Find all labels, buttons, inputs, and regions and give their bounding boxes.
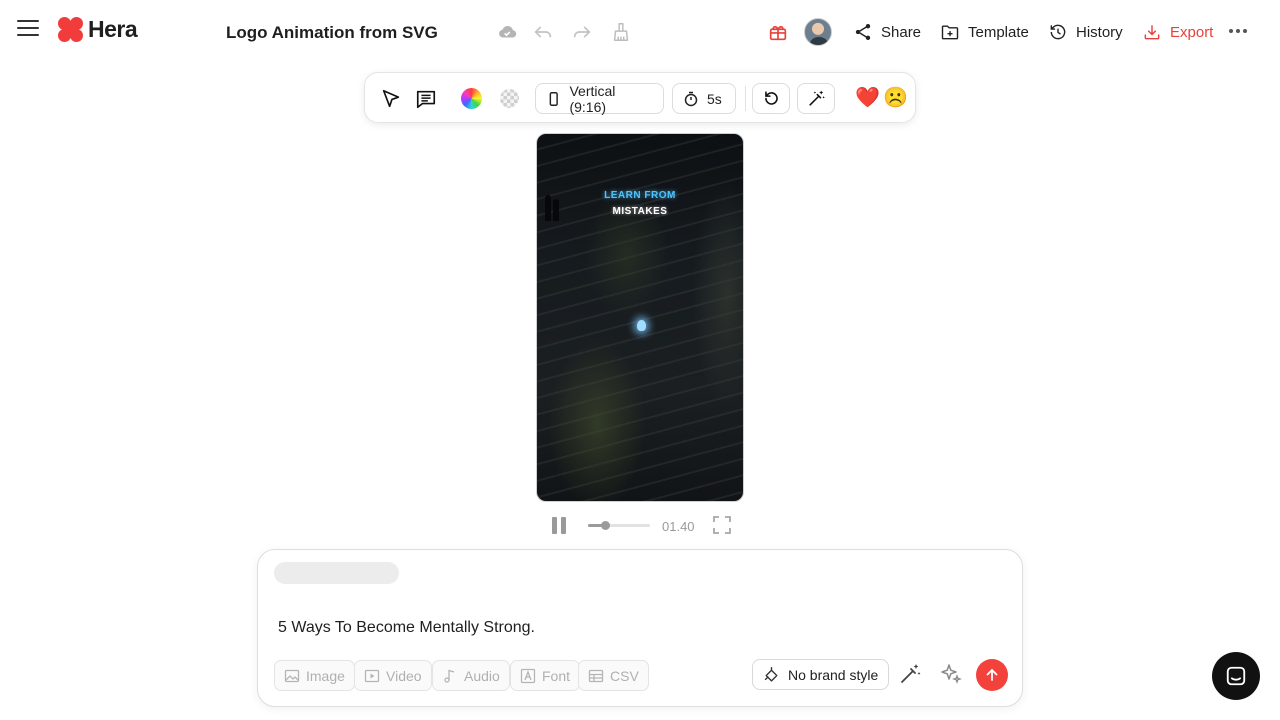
pause-icon[interactable] <box>552 517 568 534</box>
share-label: Share <box>881 23 922 41</box>
duration-label: 5s <box>707 90 722 107</box>
table-icon <box>588 669 604 682</box>
more-icon[interactable] <box>1229 29 1247 33</box>
fullscreen-icon[interactable] <box>713 516 731 534</box>
loading-placeholder <box>274 562 399 584</box>
share-icon <box>855 24 871 40</box>
attach-font-label: Font <box>542 667 571 684</box>
paint-bucket-icon <box>764 667 778 682</box>
menu-icon[interactable] <box>17 20 39 38</box>
template-label: Template <box>968 23 1029 41</box>
avatar[interactable] <box>804 18 832 46</box>
history-icon <box>1050 24 1066 40</box>
attach-font-button[interactable]: Font <box>510 660 581 691</box>
color-wheel-icon[interactable] <box>459 83 483 114</box>
brand-style-label: No brand style <box>788 666 879 683</box>
export-button[interactable]: Export <box>1142 20 1213 44</box>
hera-logo-icon <box>58 16 84 43</box>
comment-icon[interactable] <box>414 83 438 114</box>
attach-csv-label: CSV <box>610 667 639 684</box>
seek-handle[interactable] <box>600 521 610 530</box>
preview-headline: LEARN FROM <box>604 190 676 201</box>
reset-icon <box>764 91 778 105</box>
undo-icon[interactable] <box>531 20 555 44</box>
attach-csv-button[interactable]: CSV <box>578 660 649 691</box>
video-icon <box>364 669 380 682</box>
lightbulb-icon <box>637 320 646 331</box>
attach-image-label: Image <box>306 667 345 684</box>
share-button[interactable]: Share <box>853 20 921 44</box>
orientation-select[interactable]: Vertical (9:16) <box>535 82 664 115</box>
prompt-input[interactable]: 5 Ways To Become Mentally Strong. <box>278 619 535 637</box>
attach-audio-label: Audio <box>464 667 500 684</box>
cleanup-brush-icon[interactable] <box>609 20 633 44</box>
timer-icon <box>684 91 698 106</box>
select-cursor-icon[interactable] <box>379 83 403 114</box>
image-icon <box>284 669 300 682</box>
preview-subheadline: MISTAKES <box>612 206 668 217</box>
duration-select[interactable]: 5s <box>672 83 736 114</box>
font-icon <box>520 668 536 683</box>
seek-slider[interactable] <box>588 521 650 530</box>
music-note-icon <box>444 669 455 683</box>
redo-icon[interactable] <box>570 20 594 44</box>
video-preview[interactable]: LEARN FROM MISTAKES <box>536 133 744 502</box>
history-button[interactable]: History <box>1048 20 1123 44</box>
chat-support-button[interactable] <box>1212 652 1260 700</box>
playback-time: 01.40 <box>662 519 695 534</box>
app-name: Hera <box>88 16 138 42</box>
export-label: Export <box>1170 23 1214 41</box>
app-logo[interactable]: Hera <box>58 16 138 43</box>
chat-icon <box>1226 666 1246 686</box>
phone-icon <box>549 91 558 106</box>
toolbar-divider <box>745 86 746 111</box>
attach-video-label: Video <box>386 667 422 684</box>
frown-icon[interactable]: ☹️ <box>883 86 908 110</box>
arrow-up-icon <box>986 668 998 681</box>
reset-button[interactable] <box>752 83 790 114</box>
canvas-toolbar: Vertical (9:16) 5s ❤️ ☹️ <box>364 72 916 123</box>
transparency-icon[interactable] <box>497 83 521 114</box>
attach-video-button[interactable]: Video <box>354 660 432 691</box>
template-button[interactable]: Template <box>940 20 1029 44</box>
template-icon <box>941 25 959 40</box>
magic-wand-icon <box>808 90 825 106</box>
document-title[interactable]: Logo Animation from SVG <box>226 23 438 43</box>
attach-audio-button[interactable]: Audio <box>432 660 510 691</box>
export-icon <box>1144 25 1160 40</box>
orientation-label: Vertical (9:16) <box>569 82 616 115</box>
gift-icon[interactable] <box>766 20 790 44</box>
magic-wand-button[interactable] <box>797 83 835 114</box>
prompt-composer: 5 Ways To Become Mentally Strong. Image … <box>257 549 1023 707</box>
sparkle-icon[interactable] <box>939 662 963 686</box>
cloud-saved-icon <box>495 20 519 44</box>
attach-image-button[interactable]: Image <box>274 660 355 691</box>
send-button[interactable] <box>976 659 1008 691</box>
top-bar: Hera Logo Animation from SVG Share Templ… <box>0 0 1280 64</box>
heart-icon[interactable]: ❤️ <box>855 86 880 110</box>
enhance-wand-icon[interactable] <box>898 662 922 686</box>
history-label: History <box>1076 23 1123 41</box>
brand-style-button[interactable]: No brand style <box>752 659 890 690</box>
